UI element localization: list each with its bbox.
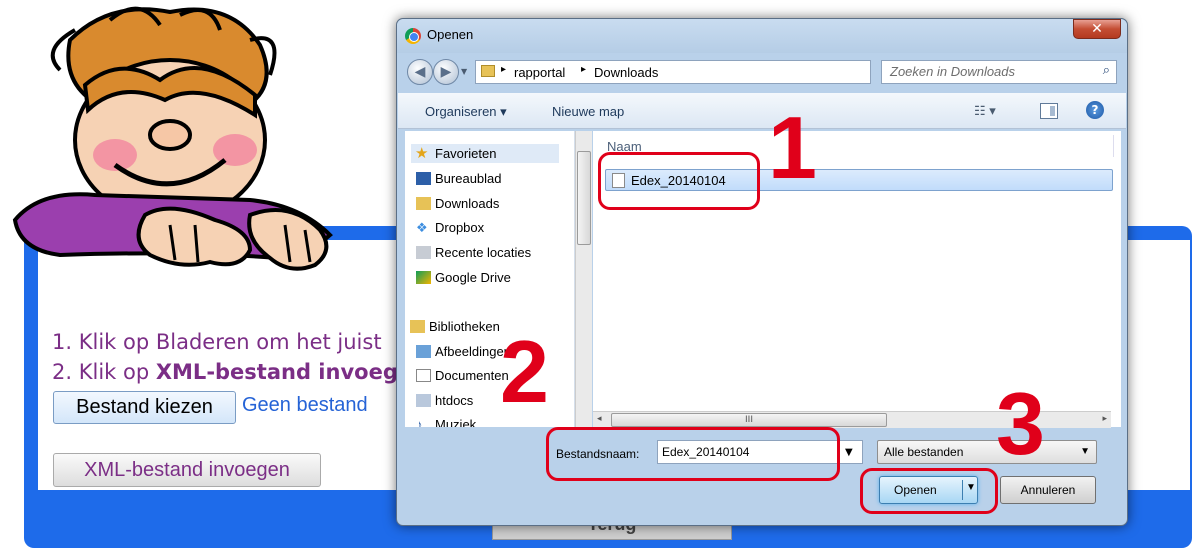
instruction-line-1: 1. Klik op Bladeren om het juist (52, 330, 382, 354)
nav-documents[interactable]: Documenten (416, 368, 509, 383)
music-icon: ♪ (416, 417, 423, 427)
nav-google-drive-label: Google Drive (435, 270, 511, 285)
new-folder-button[interactable]: Nieuwe map (552, 104, 624, 119)
annotation-number-1: 1 (768, 98, 817, 197)
desktop-icon (416, 172, 431, 185)
nav-scrollbar[interactable] (575, 131, 592, 427)
cartoon-boy-illustration (12, 6, 333, 271)
hscroll-thumb[interactable]: III (611, 413, 887, 427)
nav-htdocs-label: htdocs (435, 393, 474, 408)
address-bar[interactable]: ▸ rapportal ▸ Downloads ▼ ⟲ (475, 60, 935, 84)
nav-libraries-label: Bibliotheken (429, 319, 500, 334)
filetype-value: Alle bestanden (884, 445, 964, 459)
annotation-box-2 (546, 427, 840, 481)
nav-documents-label: Documenten (435, 368, 509, 383)
search-input[interactable]: Zoeken in Downloads ⌕ (881, 60, 1117, 84)
choose-file-button[interactable]: Bestand kiezen (53, 391, 236, 424)
nav-dropbox-label: Dropbox (435, 220, 485, 235)
preview-pane-icon[interactable] (1040, 103, 1058, 119)
dialog-title: Openen (427, 27, 474, 42)
navigation-pane: ★ Favorieten Bureaublad Downloads ❖ Dropb… (405, 131, 575, 427)
nav-downloads-label: Downloads (435, 196, 500, 211)
htdocs-icon (416, 394, 431, 407)
nav-desktop[interactable]: Bureaublad (416, 171, 502, 186)
close-button[interactable]: ✕ (1073, 19, 1121, 39)
nav-htdocs[interactable]: htdocs (416, 393, 474, 408)
nav-recent[interactable]: Recente locaties (416, 245, 532, 260)
cancel-button[interactable]: Annuleren (1000, 476, 1096, 504)
instruction-line-2-prefix: 2. Klik op (52, 360, 156, 384)
downloads-folder-icon (416, 197, 431, 210)
chrome-icon (405, 28, 421, 44)
breadcrumb-arrow-icon[interactable]: ▸ (501, 64, 506, 75)
dialog-titlebar: Openen ✕ (397, 19, 1127, 53)
no-file-chosen-text: Geen bestand (242, 394, 368, 416)
breadcrumb-arrow-icon[interactable]: ▸ (581, 64, 586, 75)
nav-scroll-thumb[interactable] (577, 151, 591, 245)
nav-music-label: Muziek (435, 417, 477, 427)
search-icon[interactable]: ⌕ (1103, 63, 1110, 78)
organize-menu-button[interactable]: Organiseren ▾ (425, 104, 507, 120)
recent-locations-icon (416, 246, 431, 259)
view-options-icon[interactable]: ☷ ▾ (974, 103, 996, 119)
column-divider (1113, 135, 1114, 157)
nav-recent-label: Recente locaties (435, 245, 532, 260)
nav-google-drive[interactable]: Google Drive (416, 270, 511, 285)
nav-music[interactable]: ♪ Muziek (416, 417, 477, 427)
nav-libraries[interactable]: Bibliotheken (410, 319, 500, 334)
nav-dropbox[interactable]: ❖ Dropbox (416, 220, 485, 235)
dialog-toolbar: Organiseren ▾ Nieuwe map ☷ ▾ ? (398, 93, 1126, 129)
annotation-box-1 (598, 152, 760, 210)
folder-icon (481, 65, 495, 77)
address-row: ◀ ▶ ▼ ▸ rapportal ▸ Downloads ▼ ⟲ Zoeken… (403, 57, 1121, 87)
nav-desktop-label: Bureaublad (435, 171, 502, 186)
back-button-icon[interactable]: ◀ (407, 59, 433, 85)
nav-favorites-label: Favorieten (435, 146, 497, 161)
page: HG Terug 1. Klik op Bladeren om het juis… (0, 0, 1192, 548)
insert-xml-button[interactable]: XML-bestand invoegen (53, 453, 321, 487)
dropbox-icon: ❖ (416, 220, 428, 235)
pictures-icon (416, 345, 431, 358)
forward-button-icon[interactable]: ▶ (433, 59, 459, 85)
instruction-line-2-bold: XML-bestand invoege (155, 360, 413, 384)
google-drive-icon (416, 271, 431, 284)
filetype-dropdown-icon: ▼ (1080, 446, 1090, 457)
breadcrumb-rapportal[interactable]: rapportal (514, 65, 565, 80)
help-icon[interactable]: ? (1086, 101, 1104, 119)
annotation-box-3 (860, 468, 998, 514)
search-placeholder: Zoeken in Downloads (890, 64, 1016, 79)
libraries-icon (410, 320, 425, 333)
scroll-right-icon[interactable]: ▸ (1102, 414, 1107, 424)
breadcrumb-downloads[interactable]: Downloads (594, 65, 658, 80)
nav-downloads[interactable]: Downloads (416, 196, 500, 211)
filename-dropdown-icon[interactable]: ▼ (845, 447, 853, 458)
annotation-number-3: 3 (996, 374, 1045, 473)
filetype-select[interactable]: Alle bestanden ▼ (877, 440, 1097, 464)
instruction-line-2: 2. Klik op XML-bestand invoege (52, 360, 412, 384)
documents-icon (416, 369, 431, 382)
star-icon: ★ (415, 145, 429, 162)
nav-favorites[interactable]: ★ Favorieten (411, 144, 559, 163)
scroll-left-icon[interactable]: ◂ (597, 414, 602, 424)
history-dropdown-icon[interactable]: ▼ (461, 67, 467, 76)
annotation-number-2: 2 (500, 322, 549, 421)
